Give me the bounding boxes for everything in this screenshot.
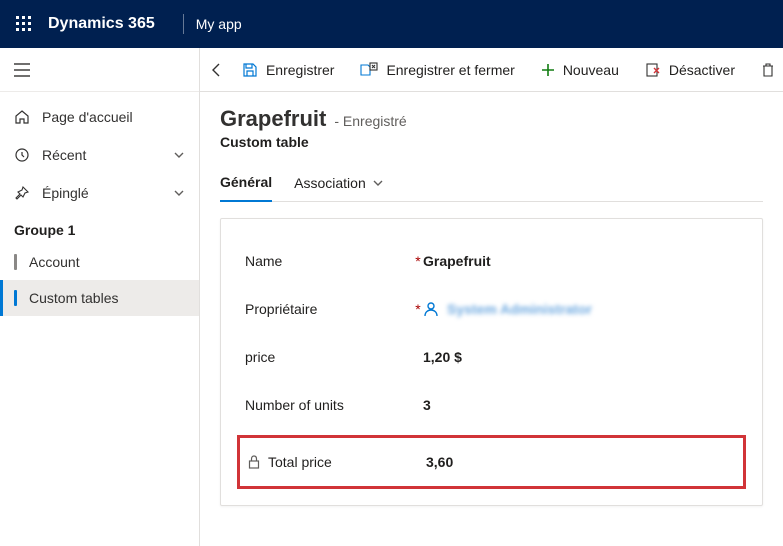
- app-launcher-icon[interactable]: [8, 8, 40, 40]
- form-section: Name * Grapefruit Propriétaire * System …: [220, 218, 763, 506]
- name-value: Grapefruit: [423, 253, 491, 269]
- command-bar: Enregistrer Enregistrer et fermer Nouvea…: [200, 48, 783, 92]
- units-label: Number of units: [245, 397, 344, 413]
- nav-custom-tables-label: Custom tables: [29, 290, 118, 306]
- form-tabs: Général Association: [220, 168, 763, 202]
- nav-account-label: Account: [29, 254, 80, 270]
- save-close-label: Enregistrer et fermer: [386, 62, 514, 78]
- field-price[interactable]: price 1,20 $: [245, 333, 738, 381]
- new-button[interactable]: Nouveau: [531, 54, 629, 86]
- page-title: Grapefruit: [220, 106, 326, 132]
- field-owner[interactable]: Propriétaire * System Administrator: [245, 285, 738, 333]
- save-label: Enregistrer: [266, 62, 334, 78]
- entity-name: Custom table: [220, 134, 763, 150]
- nav-pinned[interactable]: Épinglé: [0, 174, 199, 212]
- main-area: Enregistrer Enregistrer et fermer Nouvea…: [200, 48, 783, 546]
- sidebar: Page d'accueil Récent Épinglé Groupe 1 A…: [0, 48, 200, 546]
- back-button[interactable]: [208, 54, 226, 86]
- person-icon: [423, 301, 439, 317]
- topbar: Dynamics 365 My app: [0, 0, 783, 48]
- nav-account[interactable]: Account: [0, 244, 199, 280]
- topbar-divider: [183, 14, 184, 34]
- nav-home[interactable]: Page d'accueil: [0, 98, 199, 136]
- plus-icon: [541, 63, 555, 77]
- clock-icon: [14, 147, 30, 163]
- brand-label: Dynamics 365: [48, 15, 155, 33]
- field-units[interactable]: Number of units 3: [245, 381, 738, 429]
- total-label: Total price: [268, 454, 332, 470]
- tab-association-label: Association: [294, 175, 366, 191]
- nav-pinned-label: Épinglé: [42, 185, 89, 201]
- save-button[interactable]: Enregistrer: [232, 54, 344, 86]
- required-indicator: *: [413, 301, 423, 317]
- deactivate-label: Désactiver: [669, 62, 735, 78]
- tab-general[interactable]: Général: [220, 168, 272, 202]
- home-icon: [14, 109, 30, 125]
- pin-icon: [14, 185, 30, 201]
- highlight-box: Total price 3,60: [237, 435, 746, 489]
- page-content: Grapefruit - Enregistré Custom table Gén…: [200, 92, 783, 526]
- save-close-icon: [360, 62, 378, 78]
- price-value: 1,20 $: [423, 349, 462, 365]
- chevron-down-icon: [173, 187, 185, 199]
- name-label: Name: [245, 253, 282, 269]
- tab-general-label: Général: [220, 174, 272, 190]
- nav-recent-label: Récent: [42, 147, 86, 163]
- lock-icon: [248, 455, 260, 469]
- field-name[interactable]: Name * Grapefruit: [245, 237, 738, 285]
- trash-icon: [761, 62, 775, 78]
- nav-custom-tables[interactable]: Custom tables: [0, 280, 199, 316]
- owner-label: Propriétaire: [245, 301, 317, 317]
- chevron-down-icon: [372, 177, 384, 189]
- list-icon: [14, 290, 17, 306]
- sidebar-toggle[interactable]: [0, 48, 199, 92]
- new-label: Nouveau: [563, 62, 619, 78]
- price-label: price: [245, 349, 275, 365]
- list-icon: [14, 254, 17, 270]
- chevron-down-icon: [173, 149, 185, 161]
- save-close-button[interactable]: Enregistrer et fermer: [350, 54, 524, 86]
- app-name-label: My app: [196, 16, 242, 32]
- nav-home-label: Page d'accueil: [42, 109, 133, 125]
- deactivate-icon: [645, 62, 661, 78]
- record-status: - Enregistré: [334, 113, 406, 129]
- nav-group-1: Groupe 1: [0, 212, 199, 244]
- field-total-price: Total price 3,60: [248, 444, 735, 480]
- nav-recent[interactable]: Récent: [0, 136, 199, 174]
- save-icon: [242, 62, 258, 78]
- total-value: 3,60: [426, 454, 453, 470]
- required-indicator: *: [413, 253, 423, 269]
- units-value: 3: [423, 397, 431, 413]
- deactivate-button[interactable]: Désactiver: [635, 54, 745, 86]
- owner-value: System Administrator: [447, 301, 592, 317]
- delete-button[interactable]: [751, 54, 775, 86]
- tab-association[interactable]: Association: [294, 168, 384, 201]
